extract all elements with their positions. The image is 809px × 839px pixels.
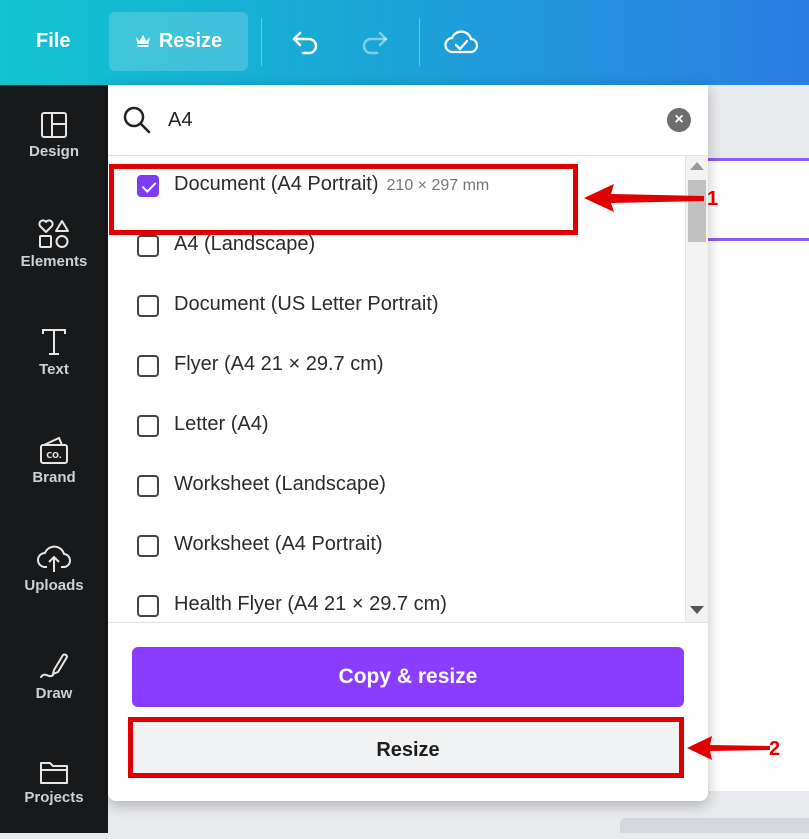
scrollbar[interactable] — [685, 156, 708, 622]
svg-text:CO.: CO. — [46, 451, 62, 460]
highlight-box-2 — [128, 717, 684, 778]
canvas-selection-line — [708, 238, 809, 241]
sidebar-item-label: Projects — [24, 789, 84, 806]
crown-icon — [135, 30, 151, 53]
sidebar-item-elements[interactable]: Elements — [0, 219, 108, 299]
option-label: Letter (A4) — [174, 413, 269, 435]
checkbox[interactable] — [137, 595, 159, 617]
toolbar-divider — [261, 18, 262, 66]
scroll-down-arrow-icon[interactable] — [690, 606, 704, 614]
sidebar-item-design[interactable]: Design — [0, 111, 108, 191]
list-item[interactable]: Worksheet (A4 Portrait) — [108, 516, 684, 576]
scroll-up-arrow-icon[interactable] — [690, 162, 704, 170]
cloud-check-icon[interactable] — [441, 22, 481, 62]
sidebar: Design Elements Text CO. Brand Uploads D… — [0, 85, 108, 833]
list-item[interactable]: Health Flyer (A4 21 × 29.7 cm) — [108, 576, 684, 622]
option-label: Document (US Letter Portrait) — [174, 293, 439, 315]
annotation-number-1: 1 — [707, 188, 719, 210]
checkbox[interactable] — [137, 355, 159, 377]
list-item[interactable]: Worksheet (Landscape) — [108, 456, 684, 516]
pen-draw-icon — [40, 653, 68, 678]
sidebar-item-projects[interactable]: Projects — [0, 759, 108, 839]
checkbox[interactable] — [137, 415, 159, 437]
sidebar-item-label: Uploads — [24, 577, 84, 594]
resize-menu-label: Resize — [158, 30, 223, 52]
cloud-upload-icon — [37, 545, 71, 572]
top-toolbar: File Resize — [0, 0, 809, 85]
highlight-box-1 — [109, 164, 578, 235]
search-icon — [122, 105, 152, 140]
design-layout-icon — [41, 112, 67, 138]
sidebar-item-brand[interactable]: CO. Brand — [0, 435, 108, 515]
list-item[interactable]: Flyer (A4 21 × 29.7 cm) — [108, 336, 684, 396]
sidebar-item-uploads[interactable]: Uploads — [0, 543, 108, 623]
arrow-annotation-1 — [584, 184, 704, 212]
sidebar-item-label: Design — [28, 143, 79, 160]
annotation-number-2: 2 — [769, 738, 781, 760]
checkbox[interactable] — [137, 295, 159, 317]
shapes-icon — [38, 219, 69, 248]
sidebar-item-label: Elements — [20, 253, 88, 270]
clear-search-button[interactable]: × — [667, 108, 691, 132]
option-label: A4 (Landscape) — [174, 233, 316, 255]
list-item[interactable]: Document (US Letter Portrait) — [108, 276, 684, 336]
resize-menu-button[interactable]: Resize — [109, 12, 248, 71]
undo-icon[interactable] — [285, 22, 325, 62]
redo-icon[interactable] — [355, 22, 395, 62]
folder-icon — [40, 762, 68, 784]
file-menu-button[interactable]: File — [36, 30, 70, 53]
arrow-annotation-2 — [687, 736, 770, 760]
sidebar-item-label: Text — [39, 361, 69, 378]
option-label: Worksheet (A4 Portrait) — [174, 533, 383, 555]
option-label: Flyer (A4 21 × 29.7 cm) — [174, 353, 384, 375]
list-item[interactable]: Letter (A4) — [108, 396, 684, 456]
sidebar-item-draw[interactable]: Draw — [0, 651, 108, 731]
sidebar-item-text[interactable]: Text — [0, 327, 108, 407]
search-bar: × — [108, 85, 708, 156]
sidebar-item-label: Brand — [32, 469, 76, 486]
search-input[interactable] — [166, 103, 650, 137]
canvas-page[interactable] — [708, 158, 809, 791]
brand-kit-icon: CO. — [40, 436, 68, 464]
checkbox[interactable] — [137, 535, 159, 557]
copy-resize-button[interactable]: Copy & resize — [132, 647, 684, 707]
option-label: Worksheet (Landscape) — [174, 473, 386, 495]
text-t-icon — [42, 329, 66, 355]
sidebar-item-label: Draw — [35, 685, 73, 702]
toolbar-divider — [419, 18, 420, 66]
checkbox[interactable] — [137, 235, 159, 257]
checkbox[interactable] — [137, 475, 159, 497]
option-label: Health Flyer (A4 21 × 29.7 cm) — [174, 593, 447, 615]
close-icon: × — [674, 111, 684, 128]
canvas-bottom-bar — [620, 818, 809, 833]
